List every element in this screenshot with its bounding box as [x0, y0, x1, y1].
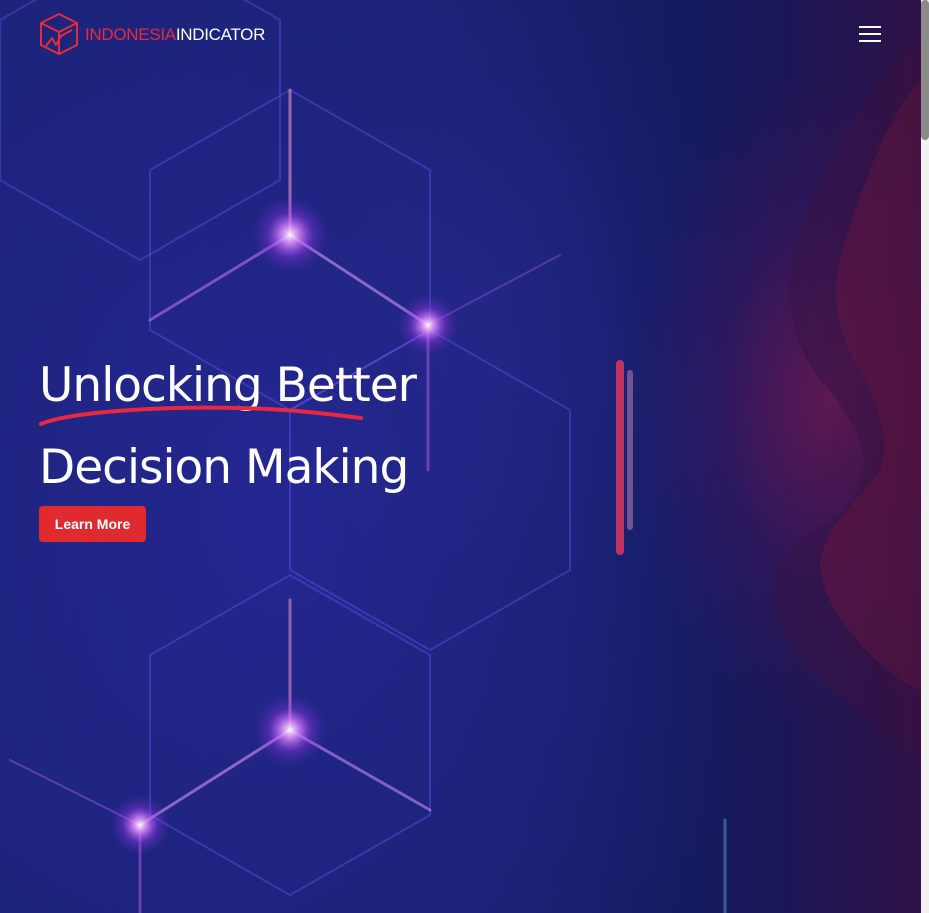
menu-bar-middle: [859, 33, 881, 35]
learn-more-button[interactable]: Learn More: [39, 506, 146, 542]
page: INDONESIAINDICATOR Unlocking Better Deci…: [0, 0, 929, 913]
navbar: INDONESIAINDICATOR: [0, 0, 921, 70]
hamburger-menu-icon[interactable]: [857, 22, 883, 46]
hero-headline-line2: Decision Making: [39, 440, 409, 495]
brand-name-part2: INDICATOR: [175, 24, 266, 44]
cube-chart-icon: [40, 13, 78, 55]
scrollbar-track[interactable]: [921, 0, 929, 913]
brand-name-part1: INDONESIA: [85, 24, 176, 44]
headline-underline-stroke: [39, 405, 363, 426]
brand-name: INDONESIAINDICATOR: [85, 26, 265, 43]
scrollbar-thumb[interactable]: [921, 0, 929, 140]
brand-logo-link[interactable]: INDONESIAINDICATOR: [39, 12, 265, 56]
menu-bar-top: [859, 26, 881, 28]
menu-bar-bottom: [859, 40, 881, 42]
